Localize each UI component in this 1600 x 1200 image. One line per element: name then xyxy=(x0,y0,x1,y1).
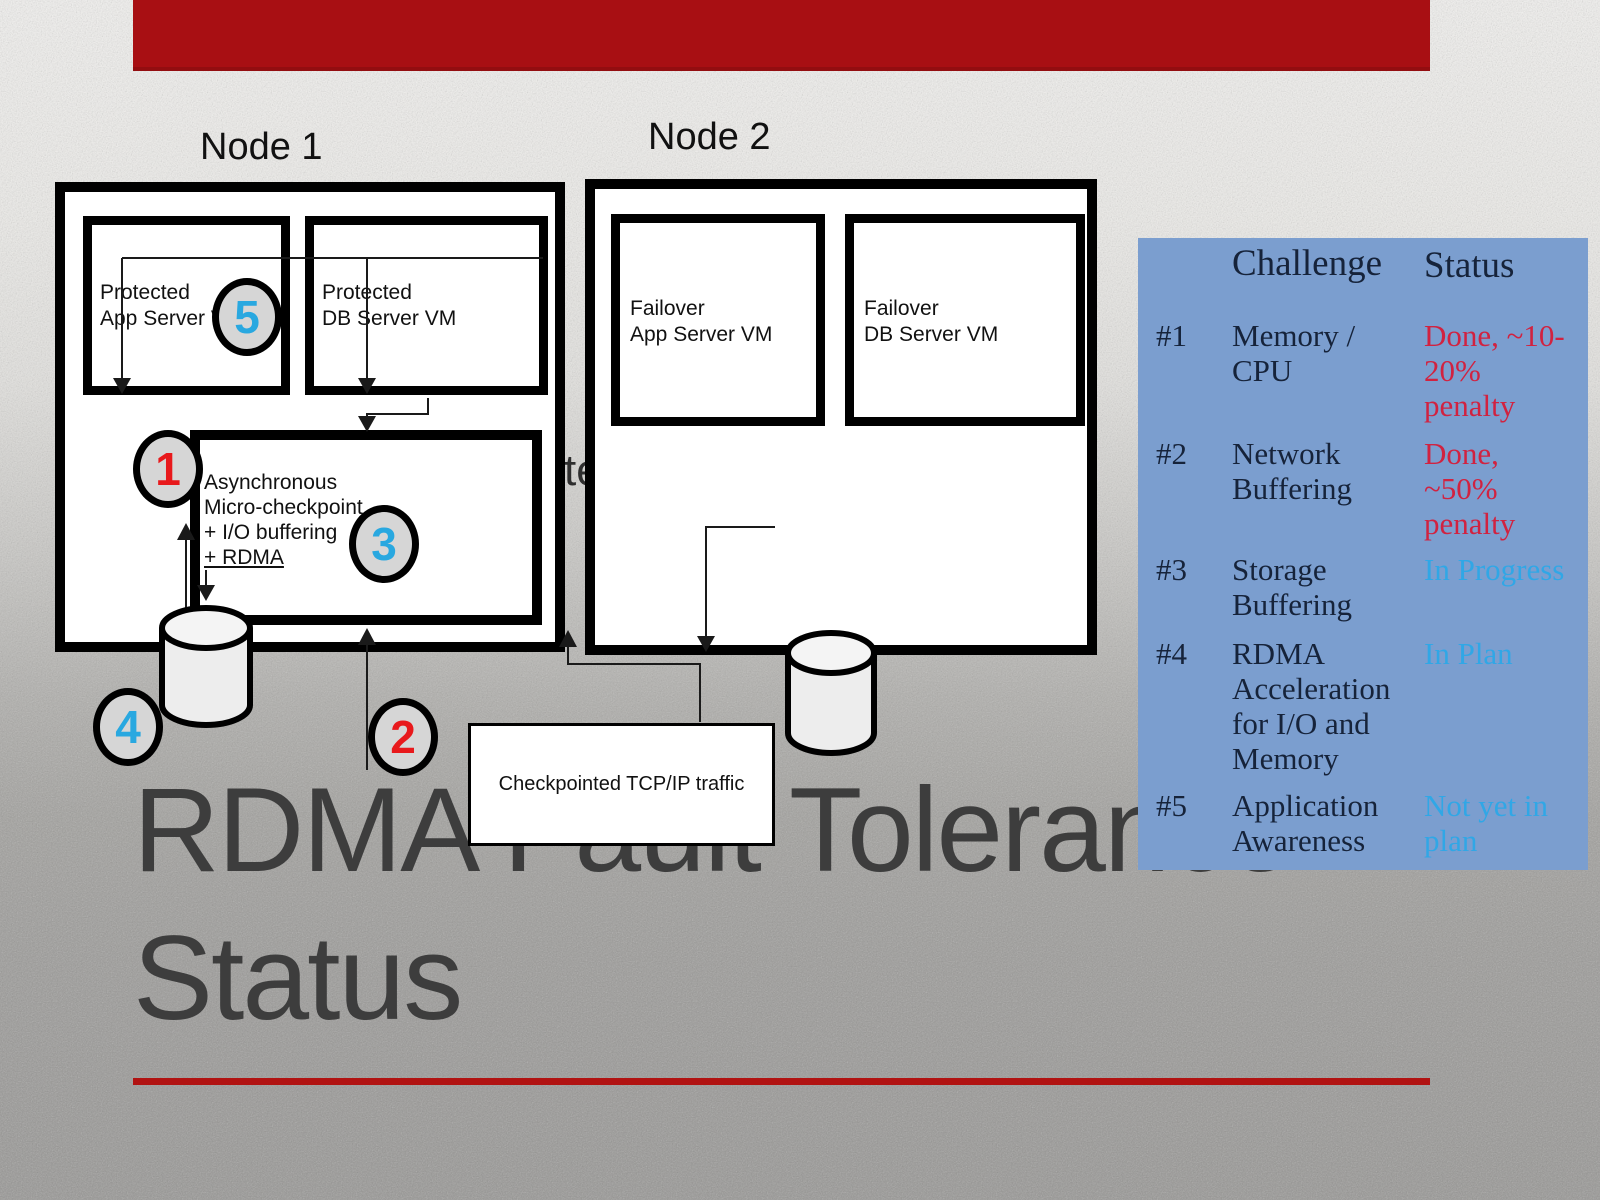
table-row2-status: Done, ~50% penalty xyxy=(1424,436,1515,541)
table-row4-status: In Plan xyxy=(1424,636,1513,671)
failover-db-server-vm-label: Failover DB Server VM xyxy=(864,296,998,348)
title-underline-rule xyxy=(133,1078,1430,1085)
table-row3-challenge: Storage Buffering xyxy=(1232,552,1422,622)
callout-badge-5: 5 xyxy=(212,278,282,356)
table-row1-num: #1 xyxy=(1156,318,1187,353)
table-row4-challenge: RDMA Acceleration for I/O and Memory xyxy=(1232,636,1422,776)
protected-db-server-vm-label: Protected DB Server VM xyxy=(322,280,456,332)
micro-checkpoint-label: Asynchronous Micro-checkpoint + I/O buff… xyxy=(204,470,363,570)
table-row1-challenge: Memory / CPU xyxy=(1232,318,1422,388)
micro-checkpoint-label-main: Asynchronous Micro-checkpoint + I/O buff… xyxy=(204,471,363,544)
node2-label: Node 2 xyxy=(648,116,771,159)
table-header-status: Status xyxy=(1424,246,1514,286)
table-row5-challenge: Application Awareness xyxy=(1232,788,1422,858)
table-row3-num: #3 xyxy=(1156,552,1187,587)
table-row5-status: Not yet in plan xyxy=(1424,788,1548,858)
callout-badge-4: 4 xyxy=(93,688,163,766)
table-row2-num: #2 xyxy=(1156,436,1187,471)
table-row2-challenge: Network Buffering xyxy=(1232,436,1422,506)
table-row3-status: In Progress xyxy=(1424,552,1564,587)
challenge-status-table: Challenge Status #1 Memory / CPU Done, ~… xyxy=(1138,238,1588,870)
table-row4-num: #4 xyxy=(1156,636,1187,671)
table-row5-num: #5 xyxy=(1156,788,1187,823)
table-header-challenge: Challenge xyxy=(1232,244,1382,284)
failover-app-server-vm-label: Failover App Server VM xyxy=(630,296,772,348)
callout-badge-1: 1 xyxy=(133,430,203,508)
checkpointed-traffic-label: Checkpointed TCP/IP traffic xyxy=(499,773,745,796)
callout-badge-2: 2 xyxy=(368,698,438,776)
top-accent-bar xyxy=(133,0,1430,71)
table-row1-status: Done, ~10- 20% penalty xyxy=(1424,318,1565,423)
callout-badge-3: 3 xyxy=(349,505,419,583)
micro-checkpoint-label-rdma: + RDMA xyxy=(204,546,284,569)
node1-label: Node 1 xyxy=(200,126,323,169)
checkpointed-traffic-callout: Checkpointed TCP/IP traffic xyxy=(468,723,775,846)
